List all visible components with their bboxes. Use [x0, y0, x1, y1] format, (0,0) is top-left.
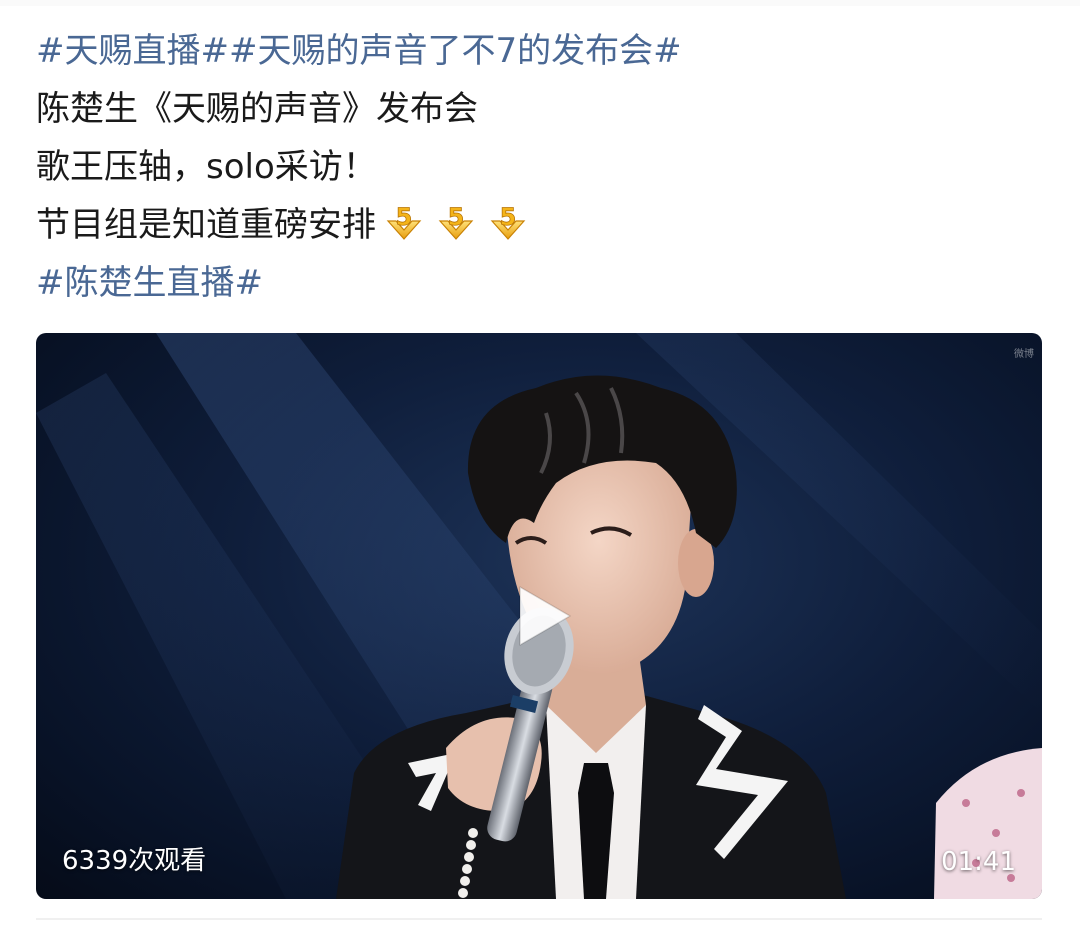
number-5-emoji-icon: 5: [438, 203, 474, 240]
post-text: #天赐直播# #天赐的声音了不7的发布会# 陈楚生《天赐的声音》发布会 歌王压轴…: [36, 22, 1036, 312]
post-text-line: 节目组是知道重磅安排: [36, 205, 376, 245]
previous-post-edge: [0, 0, 1080, 6]
number-5-emoji-icon: 5: [490, 203, 526, 240]
play-icon[interactable]: [514, 583, 574, 649]
weibo-post: #天赐直播# #天赐的声音了不7的发布会# 陈楚生《天赐的声音》发布会 歌王压轴…: [0, 0, 1080, 928]
svg-text:5: 5: [500, 203, 517, 231]
post-text-line: 歌王压轴，solo采访！: [36, 147, 377, 187]
post-line-3: 歌王压轴，solo采访！: [36, 138, 1036, 196]
view-count: 6339次观看: [62, 846, 207, 876]
hashtag-link[interactable]: #天赐直播#: [36, 22, 229, 80]
post-divider: [36, 918, 1042, 920]
post-line-5: #陈楚生直播#: [36, 254, 1036, 312]
svg-text:5: 5: [396, 203, 413, 231]
post-line-2: 陈楚生《天赐的声音》发布会: [36, 80, 1036, 138]
hashtag-link[interactable]: #天赐的声音了不7的发布会#: [229, 22, 682, 80]
video-player[interactable]: 微博 6339次观看 01:41: [36, 333, 1042, 899]
video-watermark: 微博: [1014, 349, 1034, 360]
hashtag-link[interactable]: #陈楚生直播#: [36, 254, 263, 312]
svg-text:5: 5: [448, 203, 465, 231]
number-5-emoji-icon: 5: [386, 203, 422, 240]
post-line-4: 节目组是知道重磅安排 5 5 5: [36, 196, 1036, 254]
post-line-1: #天赐直播# #天赐的声音了不7的发布会#: [36, 22, 1036, 80]
video-duration: 01:41: [941, 847, 1016, 877]
post-text-line: 陈楚生《天赐的声音》发布会: [36, 89, 478, 129]
